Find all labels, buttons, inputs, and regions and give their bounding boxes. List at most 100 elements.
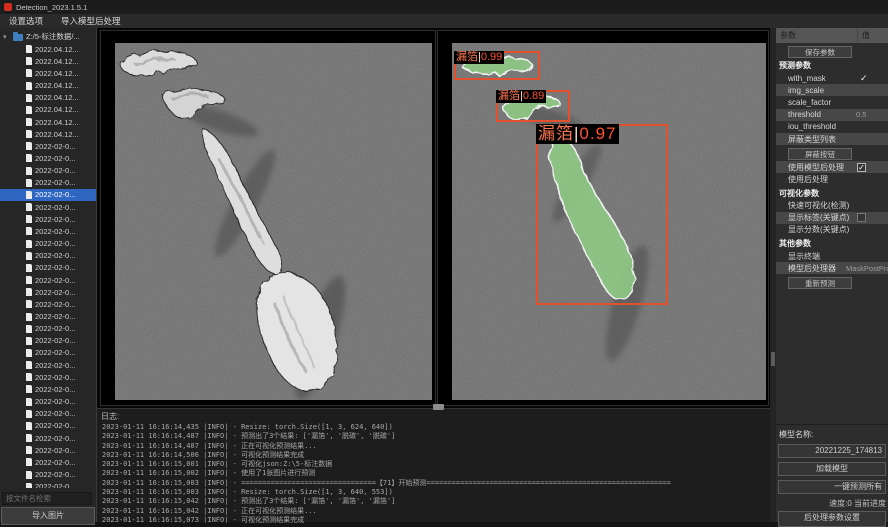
log-line: 2023-01-11 16:16:15,003 |INFO| - =======… [102, 479, 770, 488]
search-input[interactable] [2, 492, 92, 505]
score-text: 0.89 [523, 90, 544, 102]
param-row[interactable]: 显示标签(关键点) [776, 212, 888, 224]
tree-item[interactable]: 2022-02-0... [0, 165, 96, 177]
param-row[interactable]: 显示分数(关键点) [776, 224, 888, 236]
file-icon [26, 300, 32, 308]
param-row[interactable]: 使用模型后处理✓ [776, 161, 888, 173]
checkbox-empty[interactable] [857, 213, 866, 222]
file-icon [26, 264, 32, 272]
param-row[interactable]: threshold0.5 [776, 109, 888, 121]
tree-item[interactable]: 2022.04.12... [0, 128, 96, 140]
tree-item-label: 2022-02-0... [35, 288, 75, 297]
tree-item[interactable]: 2022-02-0... [0, 177, 96, 189]
tree-item[interactable]: 2022.04.12... [0, 67, 96, 79]
tree-item[interactable]: 2022.04.12... [0, 104, 96, 116]
tree-root-folder[interactable]: ▾ Z:/5-标注数据/... [0, 30, 96, 43]
tree-item[interactable]: 2022-02-0... [0, 152, 96, 164]
checkbox-checked[interactable]: ✓ [857, 163, 866, 172]
tree-item[interactable]: 2022-02-0... [0, 420, 96, 432]
file-icon [26, 276, 32, 284]
tree-item[interactable]: 2022-02-0... [0, 383, 96, 395]
window-title: Detection_2023.1.5.1 [16, 3, 87, 12]
tree-item[interactable]: 2022-02-0... [0, 359, 96, 371]
param-row[interactable]: iou_threshold [776, 121, 888, 133]
tree-item[interactable]: 2022-02-0... [0, 347, 96, 359]
tree-item[interactable]: 2022-02-0... [0, 286, 96, 298]
tree-item[interactable]: 2022.04.12... [0, 79, 96, 91]
tree-item[interactable]: 2022-02-0... [0, 140, 96, 152]
file-icon [26, 385, 32, 393]
load-model-button[interactable]: 加载模型 [778, 462, 886, 476]
tree-item[interactable]: 2022-02-0... [0, 396, 96, 408]
param-row[interactable]: 快速可视化(检测) [776, 200, 888, 212]
menu-item-settings[interactable]: 设置选项 [0, 14, 52, 28]
cls-text: 漏箔 [456, 51, 478, 63]
tree-item-label: 2022-02-0... [35, 276, 75, 285]
file-icon [26, 483, 32, 488]
tree-item[interactable]: 2022-02-0 [0, 481, 96, 488]
param-row[interactable]: scale_factor [776, 96, 888, 108]
file-icon [26, 434, 32, 442]
log-line: 2023-01-11 16:16:14,506 |INFO| - 可视化预测结果… [102, 451, 770, 460]
param-row[interactable]: 使用后处理 [776, 173, 888, 185]
predict-all-button[interactable]: 一键预测所有 [778, 480, 886, 494]
param-row[interactable]: img_scale [776, 84, 888, 96]
save-params-button[interactable]: 保存参数 [788, 46, 852, 58]
detection-box: 漏箔|0.99 [454, 51, 540, 80]
log-line: 2023-01-11 16:16:14,435 |INFO| - Resize:… [102, 423, 770, 432]
menu-item-import-postprocess[interactable]: 导入模型后处理 [52, 14, 130, 28]
tree-item[interactable]: 2022-02-0... [0, 262, 96, 274]
tree-item[interactable]: 2022.04.12... [0, 92, 96, 104]
tree-item[interactable]: 2022-02-0... [0, 456, 96, 468]
tree-item-label: 2022-02-0... [35, 361, 75, 370]
tree-item[interactable]: 2022-02-0... [0, 323, 96, 335]
tree-item[interactable]: 2022-02-0... [0, 201, 96, 213]
horizontal-scrollbar-thumb[interactable] [433, 404, 444, 410]
tree-item[interactable]: 2022-02-0... [0, 371, 96, 383]
file-tree: ▾ Z:/5-标注数据/... 2022.04.12...2022.04.12.… [0, 30, 96, 488]
tree-item-label: 2022-02-0... [35, 251, 75, 260]
prediction-image-panel[interactable]: 漏箔|0.99漏箔|0.89漏箔|0.97 [437, 30, 769, 406]
param-row[interactable]: with_mask✓ [776, 72, 888, 84]
tree-item[interactable]: 2022-02-0... [0, 238, 96, 250]
original-image-panel[interactable] [100, 30, 436, 406]
file-sidebar: ▾ Z:/5-标注数据/... 2022.04.12...2022.04.12.… [0, 28, 97, 522]
tree-item[interactable]: 2022-02-0... [0, 468, 96, 480]
param-row[interactable]: 屏蔽类型列表 [776, 133, 888, 145]
tree-item[interactable]: 2022-02-0... [0, 310, 96, 322]
param-button[interactable]: 重新预测 [788, 277, 852, 289]
tree-item[interactable]: 2022-02-0... [0, 444, 96, 456]
tree-item[interactable]: 2022-02-0... [0, 225, 96, 237]
tree-item[interactable]: 2022-02-0... [0, 408, 96, 420]
param-button[interactable]: 屏蔽按钮 [788, 148, 852, 160]
postprocess-settings-button[interactable]: 后处理参数设置 [778, 511, 886, 527]
tree-item[interactable]: 2022-02-0... [0, 432, 96, 444]
tree-item-label: 2022-02-0... [35, 142, 75, 151]
tree-item-label: 2022-02-0... [35, 263, 75, 272]
tree-item[interactable]: 2022.04.12... [0, 43, 96, 55]
check-icon: ✓ [860, 72, 868, 84]
tree-item[interactable]: 2022-02-0... [0, 189, 96, 201]
param-row[interactable]: 模型后处理器MaskPostPro [776, 262, 888, 274]
file-icon [26, 142, 32, 150]
tree-item[interactable]: 2022.04.12... [0, 116, 96, 128]
file-icon [26, 398, 32, 406]
param-label: 屏蔽类型列表 [788, 134, 836, 145]
score-text: 0.99 [481, 51, 502, 63]
tree-item-label: 2022-02-0... [35, 239, 75, 248]
tree-item[interactable]: 2022-02-0... [0, 213, 96, 225]
param-section-title: 可视化参数 [776, 187, 888, 200]
tree-item[interactable]: 2022.04.12... [0, 55, 96, 67]
vertical-scrollbar-thumb[interactable] [771, 352, 775, 366]
file-icon [26, 458, 32, 466]
log-line: 2023-01-11 16:16:15,003 |INFO| - Resize:… [102, 488, 770, 497]
chevron-down-icon[interactable]: ▾ [3, 33, 10, 41]
tree-item[interactable]: 2022-02-0... [0, 250, 96, 262]
import-image-button[interactable]: 导入图片 [1, 507, 95, 525]
log-title: 日志: [97, 409, 770, 423]
tree-item[interactable]: 2022-02-0... [0, 335, 96, 347]
model-name-field[interactable]: 20221225_174813 [778, 444, 886, 458]
tree-item[interactable]: 2022-02-0... [0, 274, 96, 286]
tree-item[interactable]: 2022-02-0... [0, 298, 96, 310]
param-row[interactable]: 显示终端 [776, 250, 888, 262]
